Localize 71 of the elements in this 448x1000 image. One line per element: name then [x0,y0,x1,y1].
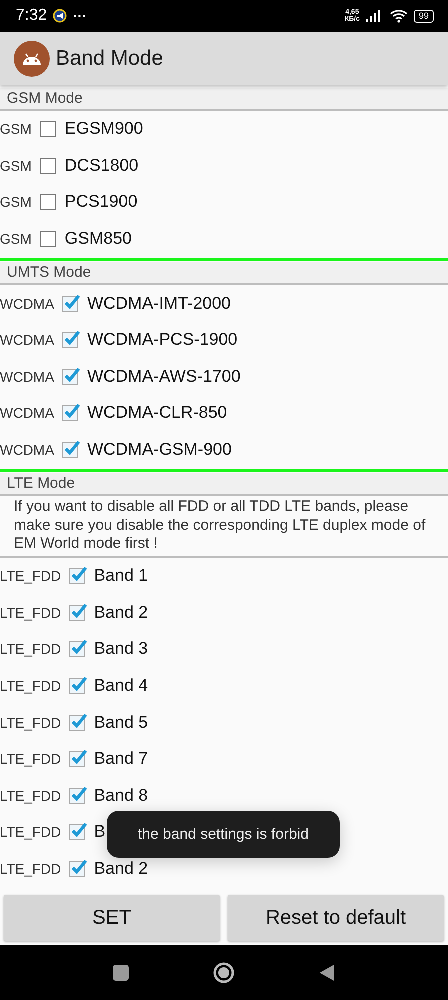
band-name: GSM850 [64,229,132,250]
band-type-label: LTE_FDD [0,860,62,877]
band-type-label: LTE_FDD [0,604,62,621]
android-robot-icon [14,40,50,76]
section-header: LTE Mode [0,473,448,496]
band-checkbox[interactable] [62,296,78,312]
band-checkbox[interactable] [62,442,78,458]
band-checkbox[interactable] [69,824,86,840]
band-name: Band 1 [94,566,148,586]
section-note: If you want to disable all FDD or all TDD LTE bands, please make sure you disable the corresponding LTE duplex mode of EM World mode first ! [0,496,448,558]
band-type-label: WCDMA [0,332,54,348]
band-checkbox[interactable] [40,231,56,248]
band-checkbox[interactable] [69,641,86,658]
band-type-label: GSM [0,231,32,248]
home-icon[interactable] [213,962,235,984]
band-name: Band 7 [94,749,148,770]
band-name: B [94,822,106,842]
band-name: Band 2 [94,858,148,879]
band-type-label: LTE_FDD [0,641,62,658]
band-checkbox[interactable] [40,158,56,174]
section-header: UMTS Mode [0,262,448,286]
action-button[interactable]: SET [4,895,220,941]
band-checkbox[interactable] [69,714,86,731]
band-name: DCS1800 [64,156,139,176]
band-type-label: GSM [0,158,32,174]
band-checkbox[interactable] [62,332,78,348]
battery-indicator: 99 [414,10,434,22]
band-type-label: LTE_FDD [0,678,62,694]
band-type-label: GSM [0,194,32,210]
section-header: GSM Mode [0,88,448,111]
band-type-label: WCDMA [0,296,54,312]
band-checkbox[interactable] [40,121,56,138]
more-notifications: ··· [73,8,88,24]
band-name: PCS1900 [64,192,138,212]
band-name: WCDMA-PCS-1900 [87,330,238,350]
band-type-label: WCDMA [0,442,54,458]
band-type-label: LTE_FDD [0,714,62,731]
band-name: Band 5 [94,712,148,733]
band-checkbox[interactable] [69,751,86,768]
band-name: WCDMA-GSM-900 [87,440,232,460]
band-name: Band 8 [94,786,148,806]
band-type-label: LTE_FDD [0,568,62,584]
band-type-label: WCDMA [0,405,54,422]
band-checkbox[interactable] [40,194,56,210]
band-name: WCDMA-AWS-1700 [87,366,241,387]
band-checkbox[interactable] [69,860,86,877]
band-name: EGSM900 [64,119,144,140]
band-checkbox[interactable] [69,568,86,584]
band-type-label: WCDMA [0,368,54,385]
band-type-label: LTE_FDD [0,751,62,768]
action-button[interactable]: Reset to default [228,895,444,941]
notification-icon [53,9,68,23]
back-icon[interactable] [319,964,335,980]
band-type-label: LTE_FDD [0,788,62,804]
band-name: WCDMA-CLR-850 [87,403,228,424]
recents-icon[interactable] [113,964,129,980]
band-checkbox[interactable] [69,604,86,621]
wifi-icon [390,9,408,23]
toast-message: the band settings is forbid [107,811,340,858]
band-checkbox[interactable] [62,368,78,385]
status-time: 7:32 [16,7,48,25]
band-name: WCDMA-IMT-2000 [87,294,232,314]
band-name: Band 2 [94,602,148,623]
band-type-label: GSM [0,121,32,138]
band-name: Band 3 [94,639,148,660]
band-checkbox[interactable] [69,788,86,804]
band-name: Band 4 [94,676,148,696]
band-checkbox[interactable] [62,405,78,422]
app-title: Band Mode [56,46,164,70]
band-checkbox[interactable] [69,678,86,694]
band-type-label: LTE_FDD [0,824,62,840]
